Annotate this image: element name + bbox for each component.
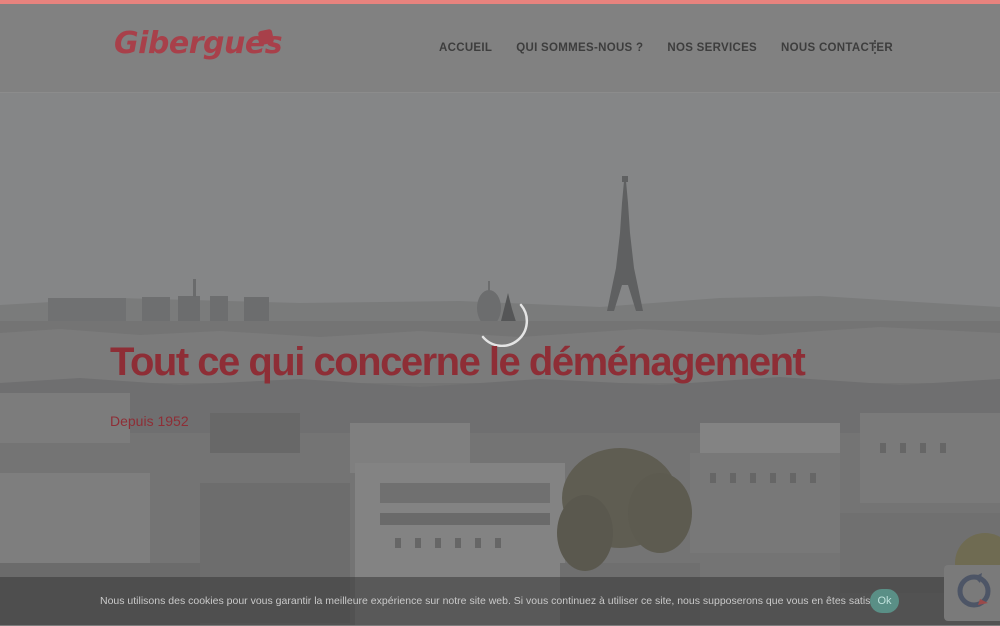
site-logo[interactable]: Gibergues — [114, 26, 283, 61]
cookie-message: Nous utilisons des cookies pour vous gar… — [100, 595, 888, 607]
nav-item-nos-services[interactable]: NOS SERVICES — [667, 42, 757, 54]
recaptcha-badge[interactable] — [944, 565, 1000, 621]
recaptcha-icon — [957, 573, 991, 608]
cookie-banner: Nous utilisons des cookies pour vous gar… — [0, 577, 1000, 625]
main-nav: ACCUEIL QUI SOMMES-NOUS ? NOS SERVICES N… — [439, 42, 917, 54]
loading-spinner-icon — [481, 303, 529, 347]
vertical-ellipsis-icon[interactable] — [872, 40, 878, 54]
hero-title: Tout ce qui concerne le déménagement — [110, 340, 806, 384]
hero-subtitle: Depuis 1952 — [110, 413, 189, 429]
nav-item-qui-sommes-nous[interactable]: QUI SOMMES-NOUS ? — [516, 42, 643, 54]
site-header: Gibergues ACCUEIL QUI SOMMES-NOUS ? NOS … — [0, 4, 1000, 93]
logo-badge-icon — [257, 28, 275, 46]
cookie-ok-button[interactable]: Ok — [870, 589, 899, 613]
nav-item-accueil[interactable]: ACCUEIL — [439, 42, 492, 54]
